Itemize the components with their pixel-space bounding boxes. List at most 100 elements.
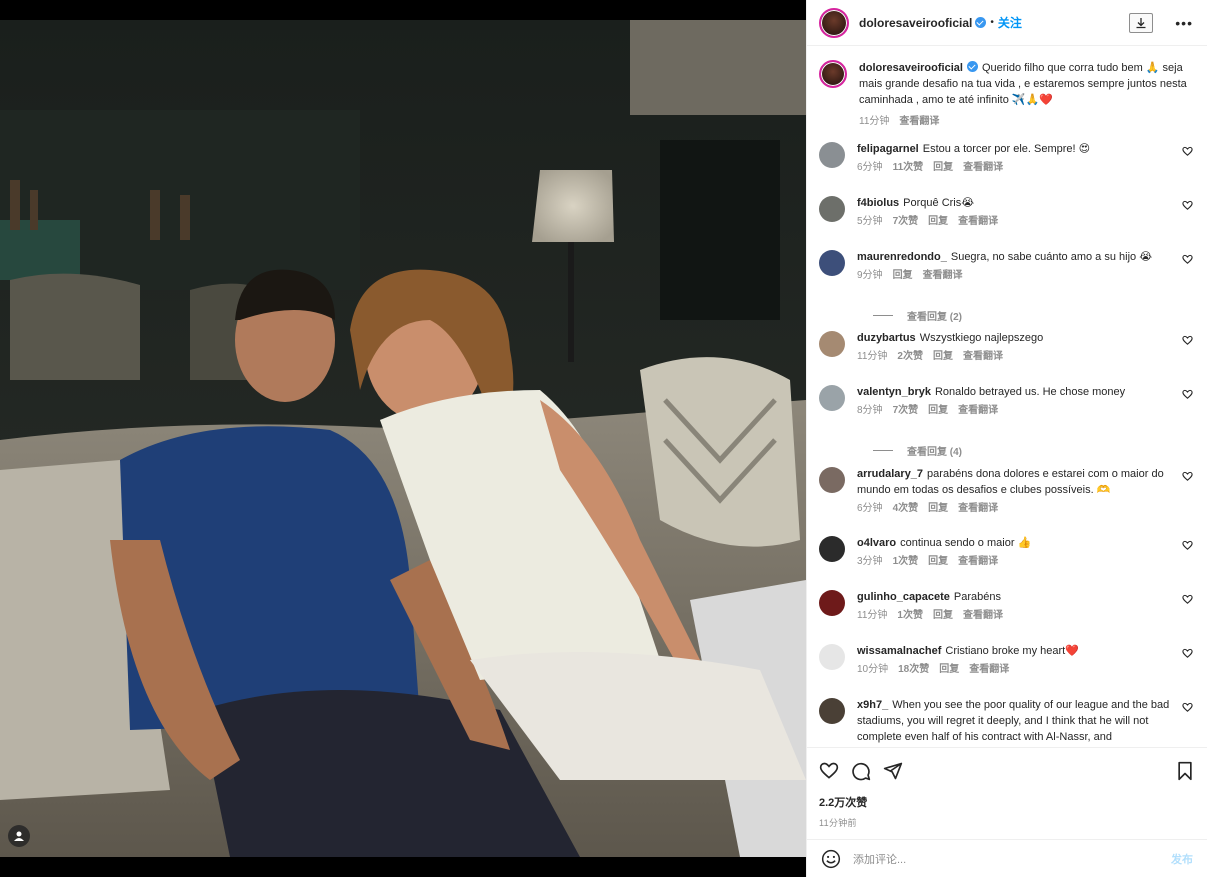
tag-button[interactable] (8, 825, 30, 847)
post-actions: 2.2万次赞 11分钟前 (807, 747, 1207, 829)
translate-button[interactable]: 查看翻译 (963, 160, 1003, 176)
comment-time[interactable]: 10分钟 (857, 662, 888, 678)
comment-item: arrudalary_7 parabéns dona dolores e esta… (819, 466, 1195, 517)
commenter-username[interactable]: duzybartus (857, 332, 916, 344)
commenter-username[interactable]: o4lvaro (857, 537, 896, 549)
post-media[interactable] (0, 0, 806, 877)
translate-button[interactable]: 查看翻译 (958, 501, 998, 517)
reply-button[interactable]: 回复 (928, 554, 948, 570)
comment-like-heart-icon[interactable] (1182, 648, 1193, 659)
comment-time[interactable]: 9分钟 (857, 268, 883, 284)
comment-likes[interactable]: 1次赞 (897, 608, 923, 624)
commenter-username[interactable]: arrudalary_7 (857, 468, 923, 480)
commenter-avatar[interactable] (819, 698, 845, 724)
commenter-username[interactable]: maurenredondo_ (857, 251, 947, 263)
translate-button[interactable]: 查看翻译 (963, 608, 1003, 624)
commenter-username[interactable]: wissamalnachef (857, 645, 941, 657)
reply-button[interactable]: 回复 (939, 662, 959, 678)
follow-button[interactable]: 关注 (998, 14, 1022, 31)
reply-button[interactable]: 回复 (933, 160, 953, 176)
translate-button[interactable]: 查看翻译 (958, 403, 998, 419)
comment-time[interactable]: 3分钟 (857, 554, 883, 570)
author-username[interactable]: doloresaveirooficial (859, 16, 972, 30)
post-header: doloresaveirooficial • 关注 ••• (807, 0, 1207, 46)
commenter-username[interactable]: valentyn_bryk (857, 386, 931, 398)
comment-time[interactable]: 11分钟 (857, 349, 887, 365)
reply-button[interactable]: 回复 (928, 403, 948, 419)
view-replies-button[interactable]: 查看回复 (2) (873, 308, 962, 323)
translate-button[interactable]: 查看翻译 (923, 268, 963, 284)
comments-list[interactable]: doloresaveirooficial Querido filho que co… (807, 47, 1207, 747)
comment-text: Ronaldo betrayed us. He chose money (934, 386, 1126, 398)
comment-item: felipagarnel Estou a torcer por ele. Semp… (819, 141, 1195, 176)
post-comment-button[interactable]: 发布 (1171, 851, 1193, 867)
reply-button[interactable]: 回复 (928, 501, 948, 517)
comment-time[interactable]: 8分钟 (857, 403, 883, 419)
comment-text: Estou a torcer por ele. Sempre! 😍 (922, 143, 1091, 155)
reply-button[interactable]: 回复 (933, 608, 953, 624)
header-separator: • (990, 17, 994, 28)
replies-divider (873, 450, 893, 451)
view-replies-label: 查看回复 (4) (907, 447, 962, 458)
download-button[interactable] (1129, 12, 1154, 33)
commenter-avatar[interactable] (819, 142, 845, 168)
comment-likes[interactable]: 18次赞 (898, 662, 929, 678)
verified-icon (975, 17, 987, 28)
commenter-avatar[interactable] (819, 467, 845, 493)
comment-item: x9h7_ When you see the poor quality of ou… (819, 697, 1195, 745)
translate-button[interactable]: 查看翻译 (958, 214, 998, 230)
commenter-avatar[interactable] (819, 250, 845, 276)
share-icon[interactable] (883, 761, 903, 781)
commenter-avatar[interactable] (819, 644, 845, 670)
comment-likes[interactable]: 11次赞 (893, 160, 924, 176)
comment-icon[interactable] (851, 761, 871, 781)
comment-like-heart-icon[interactable] (1182, 594, 1193, 605)
comment-time[interactable]: 6分钟 (857, 501, 883, 517)
comment-time[interactable]: 6分钟 (857, 160, 883, 176)
download-icon (1136, 17, 1146, 28)
commenter-avatar[interactable] (819, 385, 845, 411)
comment-like-heart-icon[interactable] (1182, 471, 1193, 482)
comment-likes[interactable]: 1次赞 (893, 554, 919, 570)
commenter-avatar[interactable] (819, 331, 845, 357)
commenter-avatar[interactable] (819, 536, 845, 562)
comment-like-heart-icon[interactable] (1182, 540, 1193, 551)
comment-like-heart-icon[interactable] (1182, 702, 1193, 713)
comment-likes[interactable]: 2次赞 (897, 349, 923, 365)
comment-like-heart-icon[interactable] (1182, 254, 1193, 265)
comment-like-heart-icon[interactable] (1182, 146, 1193, 157)
post-side-panel: doloresaveirooficial • 关注 ••• doloresave… (806, 0, 1207, 877)
comment-likes[interactable]: 7次赞 (893, 403, 919, 419)
comment-like-heart-icon[interactable] (1182, 389, 1193, 400)
emoji-icon[interactable] (821, 849, 841, 869)
comment-time[interactable]: 5分钟 (857, 214, 883, 230)
author-avatar[interactable] (819, 7, 849, 38)
commenter-username[interactable]: gulinho_capacete (857, 591, 950, 603)
post-photo[interactable] (0, 20, 806, 857)
view-replies-button[interactable]: 查看回复 (4) (873, 443, 962, 458)
post-timestamp: 11分钟前 (819, 818, 857, 828)
like-heart-icon[interactable] (819, 761, 839, 781)
commenter-username[interactable]: felipagarnel (857, 143, 919, 155)
comment-like-heart-icon[interactable] (1182, 200, 1193, 211)
comment-item: wissamalnachef Cristiano broke my heart❤️… (819, 643, 1195, 678)
bookmark-icon[interactable] (1175, 761, 1195, 781)
comment-text: Parabéns (953, 591, 1002, 603)
comment-input[interactable]: 添加评论... (853, 851, 1171, 867)
translate-button[interactable]: 查看翻译 (963, 349, 1003, 365)
comment-like-heart-icon[interactable] (1182, 335, 1193, 346)
commenter-avatar[interactable] (819, 196, 845, 222)
reply-button[interactable]: 回复 (893, 268, 913, 284)
likes-count[interactable]: 2.2万次赞 (819, 794, 1195, 810)
more-options-icon[interactable]: ••• (1175, 15, 1193, 31)
commenter-username[interactable]: x9h7_ (857, 699, 888, 711)
reply-button[interactable]: 回复 (933, 349, 953, 365)
comment-likes[interactable]: 7次赞 (893, 214, 919, 230)
commenter-avatar[interactable] (819, 590, 845, 616)
translate-button[interactable]: 查看翻译 (958, 554, 998, 570)
reply-button[interactable]: 回复 (928, 214, 948, 230)
comment-likes[interactable]: 4次赞 (893, 501, 919, 517)
translate-button[interactable]: 查看翻译 (969, 662, 1009, 678)
comment-time[interactable]: 11分钟 (857, 608, 887, 624)
commenter-username[interactable]: f4biolus (857, 197, 899, 209)
